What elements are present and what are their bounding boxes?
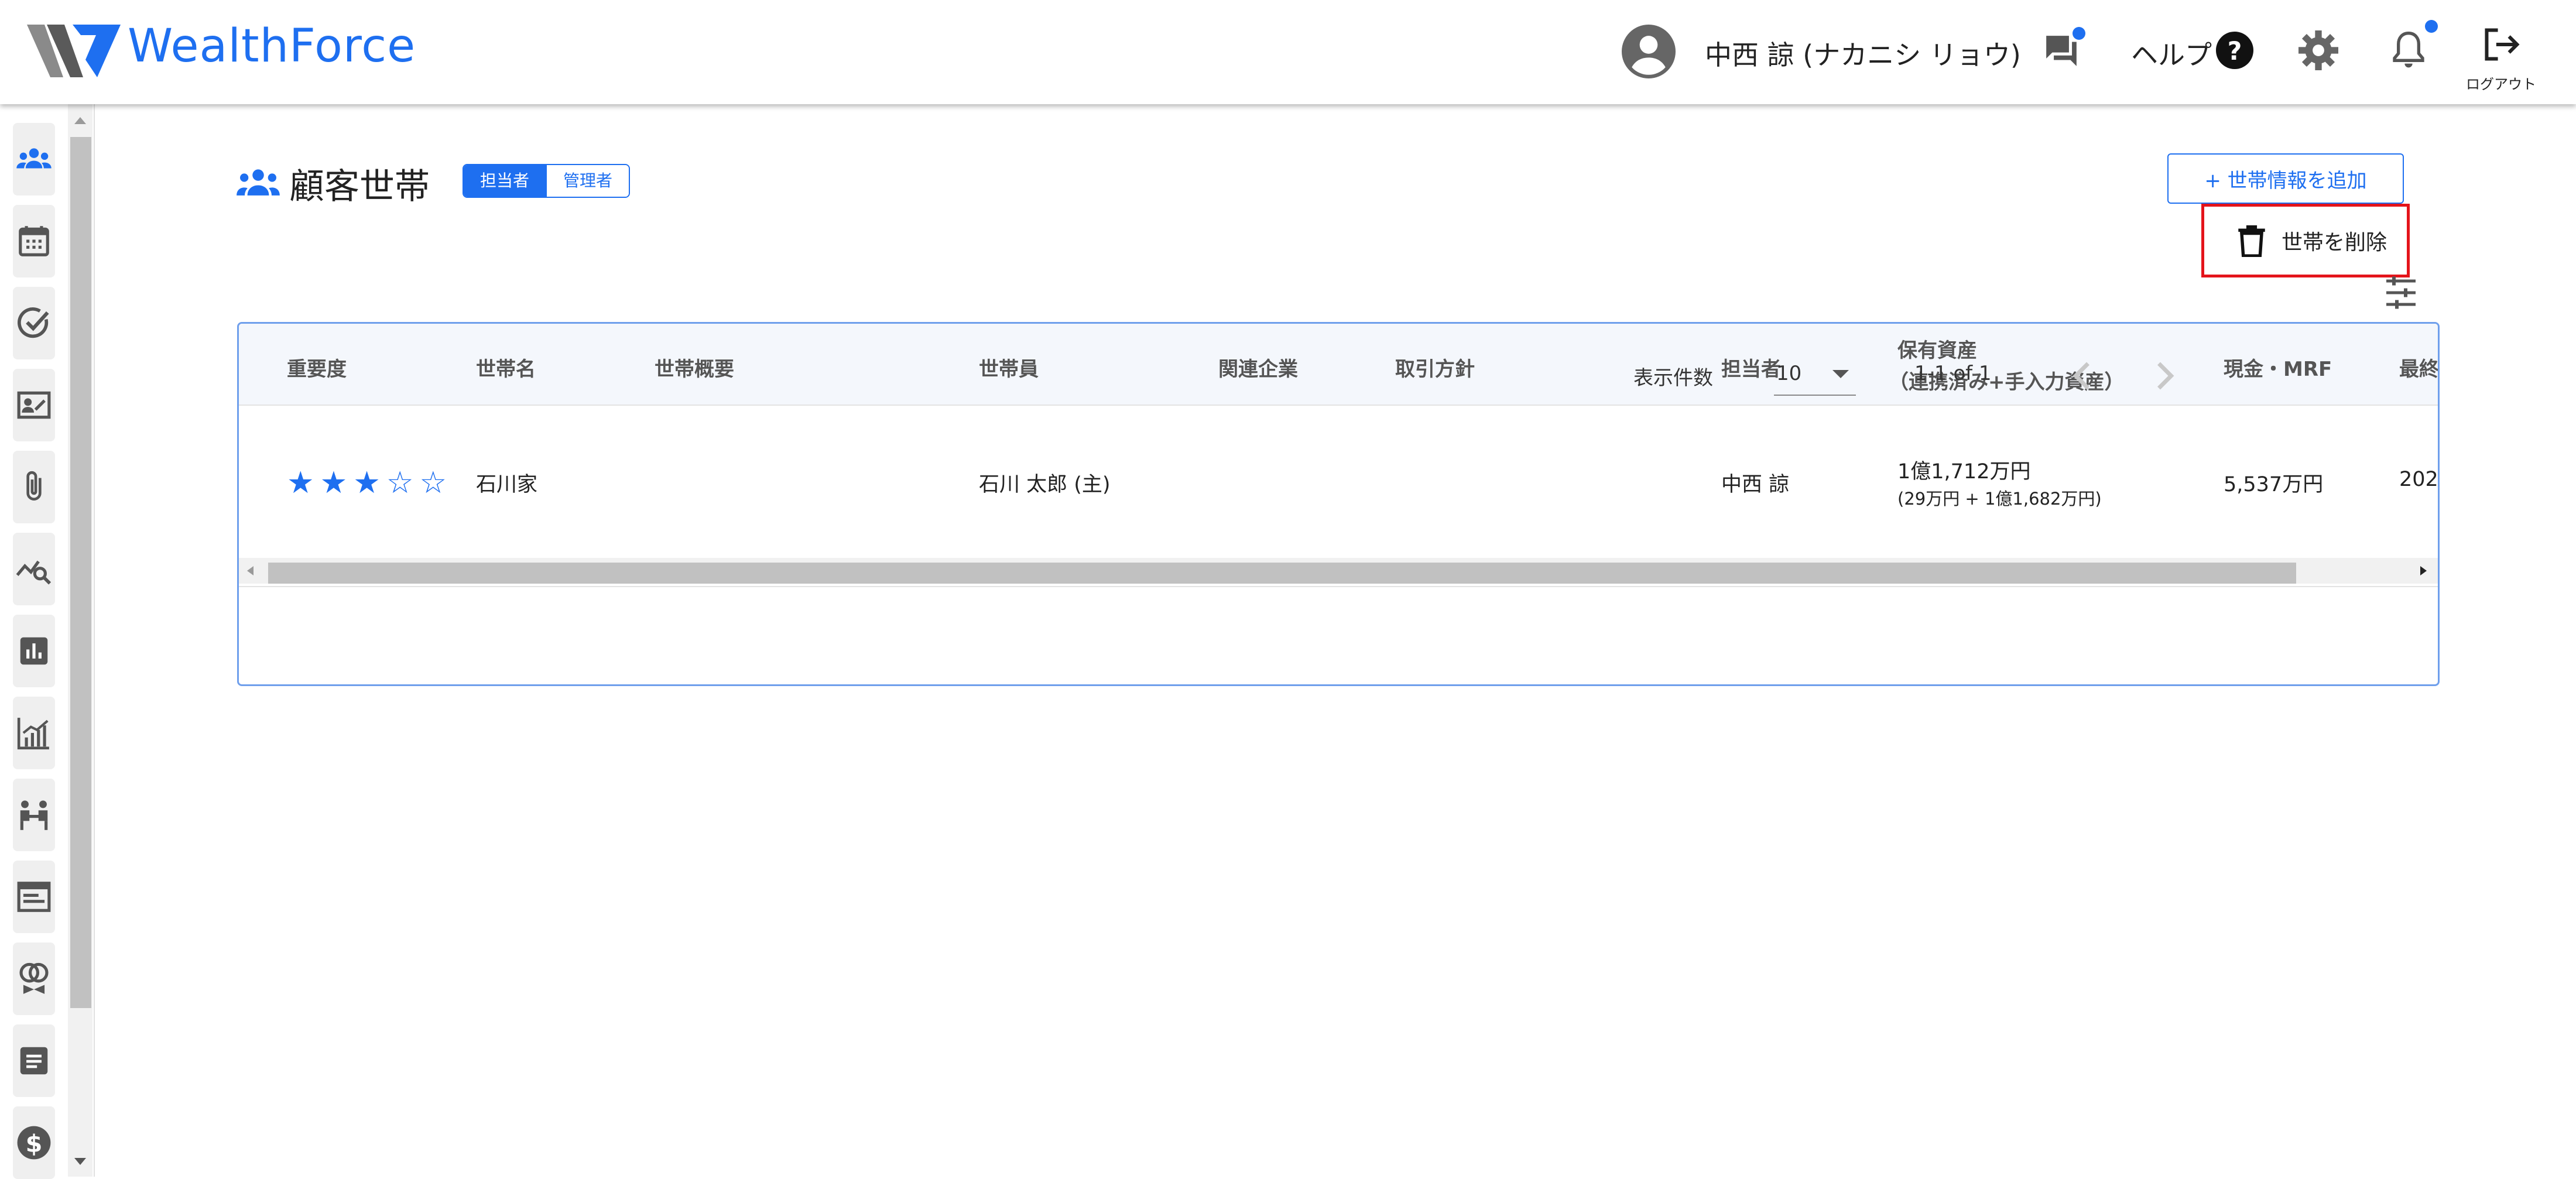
page-title: 顧客世帯 <box>289 166 430 207</box>
rating-stars[interactable]: ★★★☆☆ <box>287 465 453 501</box>
sidebar-scrollbar-thumb[interactable] <box>70 137 91 1008</box>
chevron-down-icon <box>1832 370 1849 378</box>
cell-members: 石川 太郎 (主) <box>979 473 1111 496</box>
column-header-last[interactable]: 最終 <box>2399 353 2438 382</box>
top-header: WealthForce 中西 諒 (ナカニシ リョウ) ヘルプ ? ログアウト <box>0 0 2576 104</box>
rings-icon <box>19 962 49 994</box>
sidebar-item-attachments[interactable] <box>13 451 55 523</box>
column-header-assignee[interactable]: 担当者 <box>1721 353 1781 382</box>
bar-report-icon <box>20 637 48 665</box>
column-settings-icon[interactable] <box>2383 275 2419 310</box>
sidebar-item-finance[interactable]: $ <box>13 1106 55 1179</box>
wealthforce-logo-icon[interactable] <box>27 25 121 77</box>
delete-household-label: 世帯を削除 <box>2282 231 2387 255</box>
sidebar-item-growth[interactable] <box>13 697 55 769</box>
column-header-members[interactable]: 世帯員 <box>979 353 1039 382</box>
logo-wordmark[interactable]: WealthForce <box>128 20 416 73</box>
column-header-cash-mrf[interactable]: 現金・MRF <box>2224 353 2332 382</box>
table-scroll-right-arrow[interactable] <box>2420 566 2427 575</box>
toggle-manager[interactable]: 管理者 <box>546 165 629 197</box>
svg-text:$: $ <box>26 1130 43 1158</box>
cell-last: 2025 <box>2399 468 2438 491</box>
rows-per-page-label: 表示件数 <box>1633 366 1713 390</box>
dollar-icon: $ <box>17 1126 51 1160</box>
table-horizontal-scrollbar[interactable] <box>239 558 2438 584</box>
column-header-summary[interactable]: 世帯概要 <box>655 353 734 382</box>
add-household-button[interactable]: + 世帯情報を追加 <box>2167 153 2404 204</box>
column-header-policy[interactable]: 取引方針 <box>1395 353 1475 382</box>
bell-icon[interactable] <box>2390 29 2427 71</box>
sidebar-item-tasks[interactable] <box>13 287 55 359</box>
sidebar-item-reports[interactable] <box>13 615 55 687</box>
table-scroll-left-arrow[interactable] <box>247 566 254 575</box>
sidebar-item-relationships[interactable] <box>13 942 55 1015</box>
sidebar-item-contacts[interactable] <box>13 369 55 441</box>
households-icon <box>16 148 52 169</box>
chevron-right-icon[interactable] <box>2152 359 2178 392</box>
gear-icon[interactable] <box>2298 30 2338 70</box>
table-scrollbar-thumb[interactable] <box>268 563 2296 584</box>
help-circle-icon[interactable]: ? <box>2216 32 2253 69</box>
check-circle-icon <box>18 307 49 338</box>
help-link[interactable]: ヘルプ <box>2131 34 2212 73</box>
trash-icon <box>2238 225 2265 257</box>
delete-household-menu-item[interactable]: 世帯を削除 <box>2201 204 2410 277</box>
sidebar-item-calendar[interactable] <box>13 205 55 277</box>
meeting-icon <box>20 800 48 830</box>
cell-assets-total: 1億1,712万円 <box>1897 460 2031 484</box>
column-header-importance[interactable]: 重要度 <box>287 353 347 382</box>
sidebar-item-analytics[interactable] <box>13 533 55 605</box>
table-header: 重要度 世帯名 世帯概要 世帯員 関連企業 取引方針 担当者 保有資産 （連携済… <box>239 324 2438 406</box>
role-toggle[interactable]: 担当者 管理者 <box>463 164 631 198</box>
household-table: 重要度 世帯名 世帯概要 世帯員 関連企業 取引方針 担当者 保有資産 （連携済… <box>237 322 2440 686</box>
cell-assignee: 中西 諒 <box>1721 473 1790 496</box>
cell-cash-mrf: 5,537万円 <box>2224 473 2324 496</box>
sidebar-item-households[interactable] <box>13 123 55 196</box>
logout-icon[interactable] <box>2481 27 2521 62</box>
rows-per-page-select[interactable]: 10 <box>1774 350 1856 396</box>
toggle-assignee[interactable]: 担当者 <box>464 165 546 197</box>
document-window-icon <box>17 882 51 912</box>
contact-card-icon <box>17 391 51 419</box>
table-footer <box>239 586 2438 684</box>
sidebar-item-documents[interactable] <box>13 861 55 933</box>
user-name[interactable]: 中西 諒 (ナカニシ リョウ) <box>1705 34 2021 73</box>
analytics-search-icon <box>16 560 52 585</box>
paperclip-icon <box>26 471 42 501</box>
notes-icon <box>20 1047 48 1075</box>
sidebar-scroll-up-arrow[interactable] <box>74 117 86 124</box>
sidebar-scroll-down-arrow[interactable] <box>74 1158 86 1165</box>
svg-text:?: ? <box>2228 37 2242 66</box>
column-header-related-company[interactable]: 関連企業 <box>1218 353 1298 382</box>
cell-assets-breakdown: (29万円 + 1億1,682万円) <box>1897 489 2102 509</box>
bell-notification-dot <box>2425 20 2438 33</box>
column-header-assets[interactable]: 保有資産 <box>1897 334 1977 363</box>
rows-per-page-value: 10 <box>1776 362 1802 385</box>
cell-household-name[interactable]: 石川家 <box>476 468 537 498</box>
sidebar-item-meetings[interactable] <box>13 779 55 851</box>
sidebar: $ <box>0 104 95 1179</box>
pagination-range: 1-1 of 1 <box>1914 362 1992 385</box>
account-circle-icon[interactable] <box>1622 25 1676 78</box>
chat-notification-dot <box>2073 27 2085 40</box>
sidebar-item-notes[interactable] <box>13 1024 55 1097</box>
growth-chart-icon <box>17 718 49 750</box>
calendar-icon <box>19 226 49 256</box>
column-header-household-name[interactable]: 世帯名 <box>476 353 536 382</box>
chevron-left-icon[interactable] <box>2069 359 2095 392</box>
households-icon <box>237 169 280 196</box>
logout-label[interactable]: ログアウト <box>2466 73 2536 93</box>
